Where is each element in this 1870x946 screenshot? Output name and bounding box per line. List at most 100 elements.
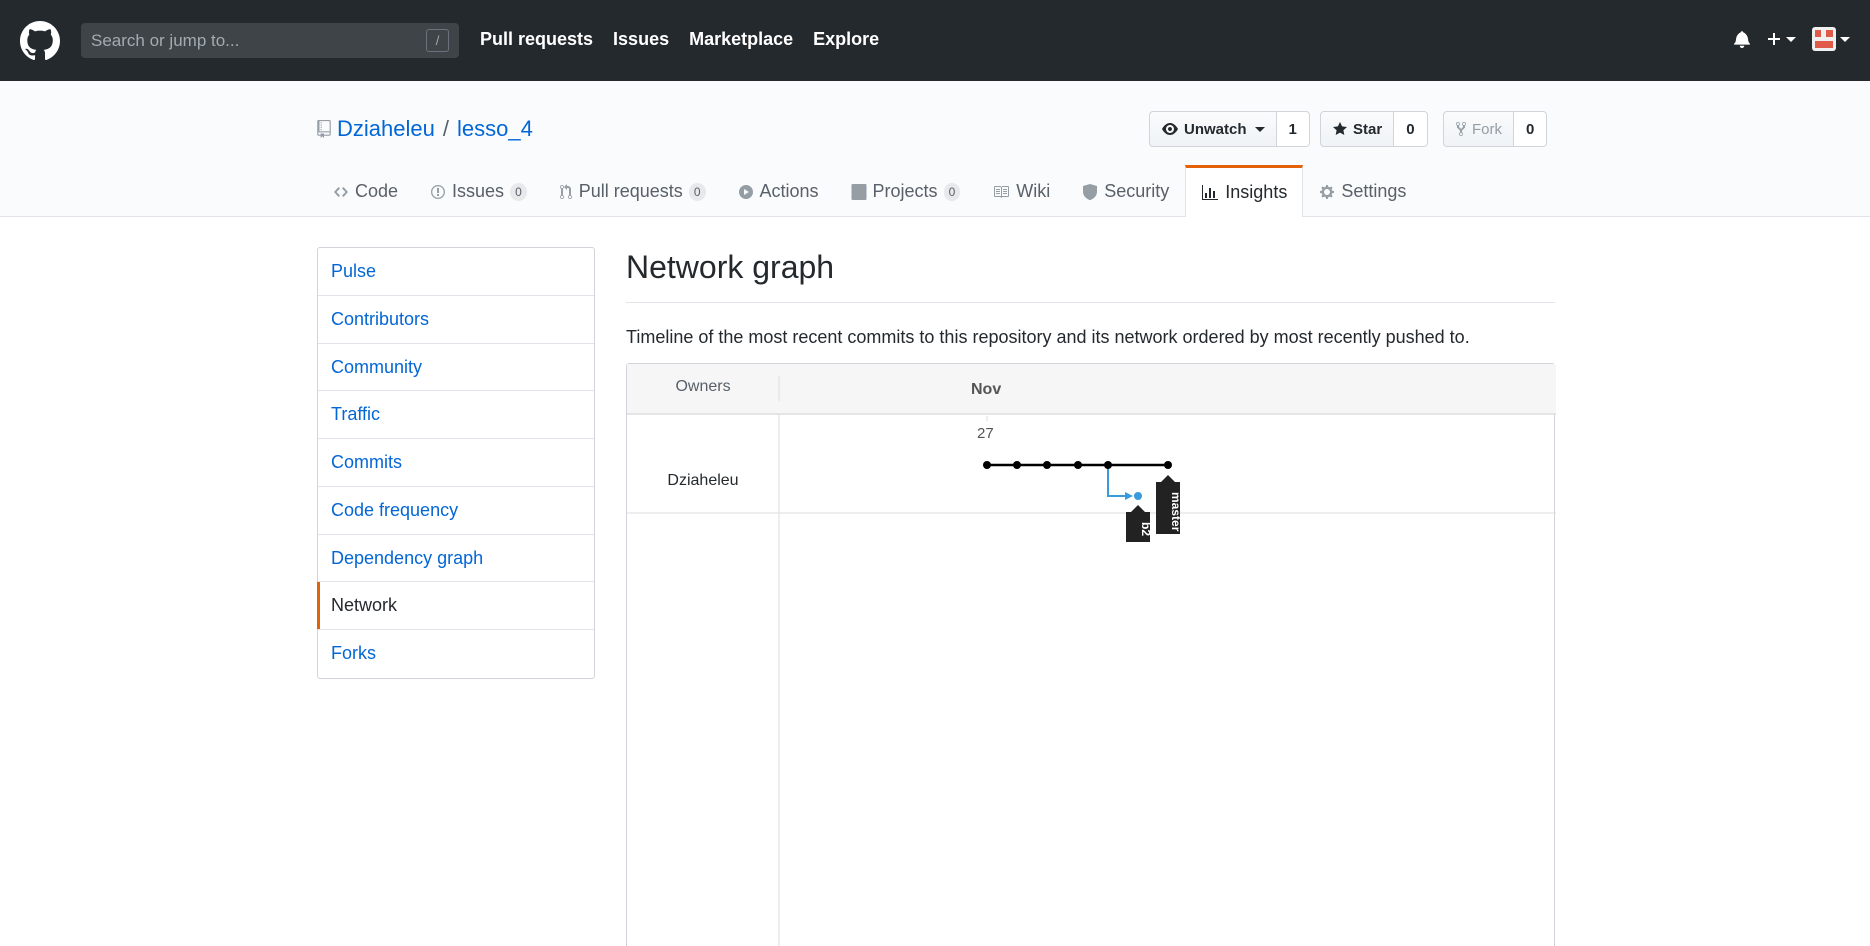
watch-group: Unwatch 1	[1149, 111, 1310, 147]
nav-explore[interactable]: Explore	[813, 29, 879, 50]
chevron-down-icon	[1254, 126, 1265, 132]
sidebar-item-network[interactable]: Network	[317, 582, 594, 630]
fork-button[interactable]: Fork	[1443, 111, 1514, 147]
star-button[interactable]: Star	[1320, 111, 1395, 147]
repo-icon	[317, 120, 331, 138]
search-input[interactable]	[81, 23, 411, 58]
page-title: Network graph	[626, 249, 835, 285]
owners-header: Owners	[675, 378, 731, 395]
issues-counter: 0	[510, 182, 527, 201]
sidebar-item-commits[interactable]: Commits	[318, 439, 594, 487]
repo-forked-icon	[1456, 121, 1466, 136]
search-shortcut-hint: /	[426, 29, 449, 52]
sidebar-item-dependency-graph[interactable]: Dependency graph	[318, 535, 594, 583]
global-nav: Pull requests Issues Marketplace Explore	[480, 29, 879, 50]
watchers-count[interactable]: 1	[1276, 111, 1310, 147]
network-graph[interactable]: master b2 Owners Nov 27 Dziaheleu	[626, 363, 1556, 946]
global-header: / Pull requests Issues Marketplace Explo…	[0, 0, 1870, 81]
header-actions	[1734, 27, 1850, 51]
sidebar-item-code-frequency[interactable]: Code frequency	[318, 487, 594, 535]
eye-icon	[1162, 123, 1178, 135]
commit-dot[interactable]	[1074, 461, 1082, 469]
plus-icon	[1768, 33, 1780, 45]
nav-issues[interactable]: Issues	[613, 29, 669, 50]
branch-label-b2-text: b2	[1139, 522, 1153, 536]
branch-label-master[interactable]: master	[1156, 475, 1183, 534]
tab-label: Wiki	[1016, 181, 1051, 201]
network-graph-canvas[interactable]: master b2	[627, 364, 1556, 946]
fork-label: Fork	[1472, 120, 1502, 138]
commit-dot[interactable]	[1013, 461, 1021, 469]
tab-insights[interactable]: Insights	[1185, 165, 1304, 217]
month-label: Nov	[971, 381, 1002, 398]
tab-label: Projects	[872, 181, 938, 201]
pull-requests-counter: 0	[688, 182, 706, 201]
tab-settings[interactable]: Settings	[1303, 165, 1422, 217]
user-menu[interactable]	[1812, 27, 1850, 51]
commit-dot[interactable]	[1164, 461, 1172, 469]
tab-security[interactable]: Security	[1066, 165, 1185, 217]
book-icon	[992, 184, 1010, 200]
repo-separator: /	[442, 116, 449, 141]
branch-arrow-b2	[1125, 492, 1133, 500]
commit-dot[interactable]	[983, 461, 991, 469]
gear-icon	[1319, 184, 1335, 200]
bell-icon[interactable]	[1734, 30, 1750, 48]
tab-code[interactable]: Code	[317, 165, 414, 217]
forks-count[interactable]: 0	[1514, 111, 1548, 147]
tab-label: Security	[1104, 181, 1170, 201]
branch-label-master-text: master	[1169, 492, 1183, 532]
day-label: 27	[977, 425, 994, 442]
create-new-menu[interactable]	[1766, 31, 1796, 47]
unwatch-button[interactable]: Unwatch	[1149, 111, 1277, 147]
fork-group: Fork 0	[1443, 111, 1548, 147]
tab-label: Actions	[759, 181, 819, 201]
tab-issues[interactable]: Issues 0	[414, 165, 543, 217]
unwatch-label: Unwatch	[1184, 120, 1247, 138]
tab-wiki[interactable]: Wiki	[976, 165, 1066, 217]
chevron-down-icon	[1786, 36, 1796, 42]
issue-icon	[430, 184, 446, 200]
sidebar-item-community[interactable]: Community	[318, 344, 594, 392]
owner-name[interactable]: Dziaheleu	[627, 472, 779, 490]
commit-dot-b2[interactable]	[1134, 492, 1142, 500]
sidebar-item-forks[interactable]: Forks	[318, 630, 594, 678]
commit-dot[interactable]	[1104, 461, 1112, 469]
tab-label: Pull requests	[578, 181, 683, 201]
branch-label-b2[interactable]: b2	[1126, 505, 1153, 542]
tab-label: Insights	[1225, 182, 1288, 202]
star-group: Star 0	[1320, 111, 1428, 147]
graph-icon	[1201, 184, 1219, 201]
commit-dot[interactable]	[1043, 461, 1051, 469]
search-box: /	[81, 23, 459, 58]
repo-header: Dziaheleu / lesso_4 Unwatch 1 Star 0 For…	[0, 81, 1870, 217]
chevron-down-icon	[1840, 36, 1850, 42]
tab-label: Settings	[1341, 181, 1407, 201]
tab-actions[interactable]: Actions	[722, 165, 835, 217]
tab-label: Code	[355, 181, 399, 201]
title-divider	[626, 302, 1555, 303]
nav-pull-requests[interactable]: Pull requests	[480, 29, 593, 50]
sidebar-item-contributors[interactable]: Contributors	[318, 296, 594, 344]
project-icon	[851, 183, 867, 200]
stargazers-count[interactable]: 0	[1394, 111, 1428, 147]
sidebar-item-pulse[interactable]: Pulse	[318, 248, 594, 296]
repo-tabs: Code Issues 0 Pull requests 0 Actions Pr…	[317, 165, 1422, 217]
repo-name-link[interactable]: lesso_4	[457, 116, 533, 142]
projects-counter: 0	[943, 182, 961, 201]
nav-marketplace[interactable]: Marketplace	[689, 29, 793, 50]
avatar	[1812, 27, 1836, 51]
repo-owner-link[interactable]: Dziaheleu	[337, 116, 435, 142]
tab-pull-requests[interactable]: Pull requests 0	[543, 165, 722, 217]
star-icon	[1333, 122, 1347, 135]
github-logo-icon[interactable]	[20, 21, 60, 61]
repo-title: Dziaheleu / lesso_4	[317, 116, 533, 142]
shield-icon	[1082, 183, 1098, 200]
play-icon	[738, 184, 754, 200]
sidebar-item-traffic[interactable]: Traffic	[318, 391, 594, 439]
insights-sidebar: Pulse Contributors Community Traffic Com…	[317, 247, 595, 679]
page-description: Timeline of the most recent commits to t…	[626, 327, 1470, 347]
code-icon	[333, 184, 349, 200]
git-pull-request-icon	[559, 183, 573, 200]
tab-projects[interactable]: Projects 0	[835, 165, 977, 217]
